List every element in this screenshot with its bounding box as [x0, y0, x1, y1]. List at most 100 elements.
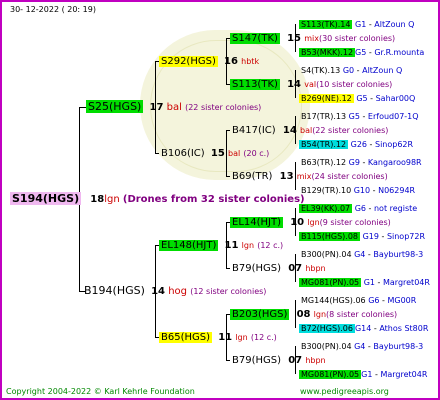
gen4-id[interactable]: B300(PN).04: [301, 342, 352, 351]
gen4-node[interactable]: S4(TK).13 G0 - AltZoun Q: [301, 64, 402, 77]
gen3-id[interactable]: S147(TK): [230, 33, 280, 44]
gen4-gen: G14: [354, 324, 372, 333]
gen3-id[interactable]: B203(HGS): [230, 309, 290, 320]
gen3-id[interactable]: B69(TR): [232, 171, 272, 182]
gen3-race: mix: [304, 34, 319, 43]
gen3-node[interactable]: S147(TK) 15 mix(30 sister colonies): [230, 32, 395, 45]
copyright-text: Copyright 2004-2022 © Karl Kehrle Founda…: [6, 387, 195, 396]
gen4-ref: Athos St80R: [379, 324, 429, 333]
gen4-node[interactable]: MG144(HGS).06 G6 - MG00R: [301, 294, 416, 307]
gen3-id[interactable]: S113(TK): [230, 79, 280, 90]
gen4-node[interactable]: MG081(PN).05 G1 - Margret04R: [299, 276, 430, 289]
gen3-race: lgn: [313, 310, 327, 319]
root-race: lgn: [104, 194, 120, 205]
gen4-id[interactable]: B269(NE).12: [299, 94, 354, 103]
gen2-num: 11: [224, 240, 239, 251]
gen4-ref: Bayburt98-3: [373, 342, 424, 351]
gen4-ref: Sinop62R: [375, 140, 414, 149]
gen2-num: 16: [224, 56, 238, 67]
gen4-node[interactable]: B72(HGS).06 G14 - Athos St80R: [299, 322, 428, 335]
gen4-id[interactable]: MG081(PN).05: [299, 370, 362, 379]
gen1-node[interactable]: B194(HGS) 14 hog (12 sister colonies): [84, 284, 266, 298]
gen4-node[interactable]: B115(HGS).08 G19 - Sinop72R: [299, 230, 425, 243]
gen4-id[interactable]: S113(TK).14: [299, 20, 353, 29]
root-queen[interactable]: S194(HGS) 18lgn (Drones from 32 sister c…: [10, 192, 305, 206]
gen4-node[interactable]: S113(TK).14 G1 - AltZoun Q: [299, 18, 414, 31]
gen3-id[interactable]: B79(HGS): [232, 355, 281, 366]
gen2-node[interactable]: B65(HGS) 11 lgn (12 c.): [159, 331, 277, 344]
gen3-note: (9 sister colonies): [319, 218, 391, 227]
gen4-id[interactable]: B129(TR).10: [301, 186, 351, 195]
gen4-id[interactable]: B17(TR).13: [301, 112, 346, 121]
gen2-race: bal: [227, 149, 241, 158]
gen4-gen: G4: [354, 250, 366, 259]
gen3-node[interactable]: EL14(HJT) 10 lgn(9 sister colonies): [230, 216, 391, 229]
gen4-node[interactable]: B53(MKK).12 G5 - Gr.R.mounta: [299, 46, 424, 59]
gen4-ref: N06294R: [378, 186, 416, 195]
connector-line: [226, 268, 230, 269]
gen2-node[interactable]: B106(IC) 15 bal (20 c.): [161, 147, 269, 160]
gen4-id[interactable]: B54(TR).12: [299, 140, 349, 149]
gen3-id[interactable]: B417(IC): [232, 125, 276, 136]
pedigree-chart: 30- 12-2022 ( 20: 19) Copyright 2004-202…: [0, 0, 440, 400]
gen2-num: 11: [218, 332, 233, 343]
gen1-id[interactable]: S25(HGS): [86, 100, 144, 113]
gen3-id[interactable]: EL14(HJT): [230, 217, 283, 228]
gen4-ref: Kangaroo98R: [367, 158, 422, 167]
gen4-gen: G6: [368, 296, 380, 305]
gen3-node[interactable]: S113(TK) 14 val(10 sister colonies): [230, 78, 392, 91]
gen3-note: (10 sister colonies): [316, 80, 393, 89]
gen3-node[interactable]: B79(HGS) 07 hbpn: [232, 354, 326, 367]
gen2-id[interactable]: B65(HGS): [159, 332, 213, 343]
gen4-id[interactable]: B72(HGS).06: [299, 324, 355, 333]
gen4-id[interactable]: B115(HGS).08: [299, 232, 361, 241]
gen2-note: (12 c.): [257, 241, 284, 250]
gen4-gen: G5: [356, 94, 368, 103]
gen2-race: lgn: [241, 241, 255, 250]
gen2-node[interactable]: S292(HGS) 16 hbtk: [159, 55, 259, 68]
gen1-id[interactable]: B194(HGS): [84, 284, 145, 297]
site-link[interactable]: www.pedigreeapis.org: [300, 385, 389, 398]
gen4-id[interactable]: S4(TK).13: [301, 66, 340, 75]
gen4-id[interactable]: MG081(PN).05: [299, 278, 362, 287]
connector-line: [226, 360, 230, 361]
gen3-node[interactable]: B79(HGS) 07 hbpn: [232, 262, 326, 275]
gen4-gen: G5: [348, 112, 360, 121]
gen2-id[interactable]: S292(HGS): [159, 56, 218, 67]
gen4-id[interactable]: MG144(HGS).06: [301, 296, 366, 305]
gen3-num: 10: [290, 217, 305, 228]
connector-line: [226, 176, 230, 177]
gen4-node[interactable]: B300(PN).04 G4 - Bayburt98-3: [301, 340, 423, 353]
gen1-node[interactable]: S25(HGS) 17 bal (22 sister colonies): [86, 100, 261, 114]
root-id[interactable]: S194(HGS): [10, 192, 82, 205]
gen4-gen: G4: [354, 342, 366, 351]
gen4-node[interactable]: EL39(KK).07 G6 - not registe: [299, 202, 417, 215]
gen4-gen: G1: [361, 370, 373, 379]
gen4-id[interactable]: B63(TR).12: [301, 158, 346, 167]
gen2-id[interactable]: EL148(HJT): [159, 240, 219, 251]
gen2-race: lgn: [235, 333, 248, 342]
gen3-id[interactable]: B79(HGS): [232, 263, 281, 274]
gen4-node[interactable]: B54(TR).12 G26 - Sinop62R: [299, 138, 413, 151]
gen4-node[interactable]: B63(TR).12 G9 - Kangaroo98R: [301, 156, 422, 169]
gen4-ref: not registe: [373, 204, 418, 213]
gen4-id[interactable]: EL39(KK).07: [299, 204, 353, 213]
gen3-race: bal: [299, 126, 313, 135]
gen4-node[interactable]: B300(PN).04 G4 - Bayburt98-3: [301, 248, 423, 261]
gen4-node[interactable]: B269(NE).12 G5 - Sahar00Q: [299, 92, 415, 105]
gen3-race: lgn: [307, 218, 320, 227]
gen4-node[interactable]: B129(TR).10 G10 - N06294R: [301, 184, 415, 197]
gen2-id[interactable]: B106(IC): [161, 148, 205, 159]
gen3-race: hbpn: [305, 356, 326, 365]
gen3-node[interactable]: B417(IC) 14 bal(22 sister colonies): [232, 124, 388, 137]
gen3-node[interactable]: B203(HGS) 08 lgn(8 sister colonies): [230, 308, 397, 321]
gen3-node[interactable]: B69(TR) 13 mix(24 sister colonies): [232, 170, 388, 183]
gen3-note: (24 sister colonies): [311, 172, 388, 181]
gen4-node[interactable]: MG081(PN).05 G1 - Margret04R: [299, 368, 427, 381]
gen4-id[interactable]: B300(PN).04: [301, 250, 352, 259]
gen2-node[interactable]: EL148(HJT) 11 lgn (12 c.): [159, 239, 283, 252]
gen1-note: (22 sister colonies): [185, 103, 262, 112]
gen2-note: (12 c.): [250, 333, 277, 342]
gen4-node[interactable]: B17(TR).13 G5 - Erfoud07-1Q: [301, 110, 419, 123]
gen4-id[interactable]: B53(MKK).12: [299, 48, 356, 57]
